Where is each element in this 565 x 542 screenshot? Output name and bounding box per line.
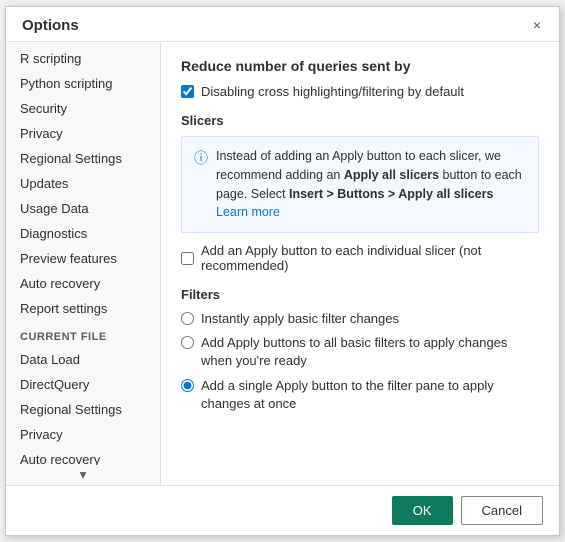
close-icon: × [533, 17, 541, 33]
filter-instant-label[interactable]: Instantly apply basic filter changes [201, 310, 399, 328]
slicers-title: Slicers [181, 113, 539, 128]
sidebar-item-privacy[interactable]: Privacy [6, 121, 160, 146]
info-icon: ⓘ [194, 148, 208, 222]
options-dialog: Options × R scripting Python scripting S… [5, 6, 560, 536]
cancel-button[interactable]: Cancel [461, 496, 543, 525]
sidebar-item-usage-data[interactable]: Usage Data [6, 196, 160, 221]
sidebar-scroll-down-button[interactable]: ▾ [6, 465, 160, 485]
sidebar-item-r-scripting[interactable]: R scripting [6, 46, 160, 71]
learn-more-link[interactable]: Learn more [216, 205, 280, 219]
sidebar-scroll[interactable]: R scripting Python scripting Security Pr… [6, 42, 160, 465]
sidebar-item-regional-settings[interactable]: Regional Settings [6, 146, 160, 171]
slicers-info-text: Instead of adding an Apply button to eac… [216, 147, 526, 222]
dialog-titlebar: Options × [6, 7, 559, 42]
chevron-down-icon: ▾ [80, 467, 87, 483]
close-button[interactable]: × [527, 15, 547, 35]
page-title: Reduce number of queries sent by [181, 58, 539, 74]
filter-add-apply-row: Add Apply buttons to all basic filters t… [181, 334, 539, 370]
sidebar-item-privacy-cf[interactable]: Privacy [6, 422, 160, 447]
sidebar-item-report-settings[interactable]: Report settings [6, 296, 160, 321]
filter-instant-radio[interactable] [181, 312, 194, 325]
filter-instant-row: Instantly apply basic filter changes [181, 310, 539, 328]
sidebar-item-regional-settings-cf[interactable]: Regional Settings [6, 397, 160, 422]
filter-single-apply-radio[interactable] [181, 379, 194, 392]
sidebar: R scripting Python scripting Security Pr… [6, 42, 161, 485]
cross-highlight-label[interactable]: Disabling cross highlighting/filtering b… [201, 84, 464, 99]
sidebar-item-preview-features[interactable]: Preview features [6, 246, 160, 271]
cross-highlight-checkbox[interactable] [181, 85, 194, 98]
sidebar-item-auto-recovery-cf[interactable]: Auto recovery [6, 447, 160, 465]
apply-button-checkbox[interactable] [181, 252, 194, 265]
filter-single-apply-row: Add a single Apply button to the filter … [181, 377, 539, 413]
sidebar-item-diagnostics[interactable]: Diagnostics [6, 221, 160, 246]
sidebar-item-updates[interactable]: Updates [6, 171, 160, 196]
filter-single-apply-label[interactable]: Add a single Apply button to the filter … [201, 377, 539, 413]
sidebar-item-directquery[interactable]: DirectQuery [6, 372, 160, 397]
sidebar-section-current-file: CURRENT FILE [6, 321, 160, 347]
slicers-info-box: ⓘ Instead of adding an Apply button to e… [181, 136, 539, 233]
filter-add-apply-label[interactable]: Add Apply buttons to all basic filters t… [201, 334, 539, 370]
dialog-title: Options [22, 17, 79, 34]
sidebar-item-python-scripting[interactable]: Python scripting [6, 71, 160, 96]
main-content: Reduce number of queries sent by Disabli… [161, 42, 559, 485]
sidebar-item-security[interactable]: Security [6, 96, 160, 121]
filters-title: Filters [181, 287, 539, 302]
filter-add-apply-radio[interactable] [181, 336, 194, 349]
apply-button-row: Add an Apply button to each individual s… [181, 243, 539, 273]
sidebar-item-data-load[interactable]: Data Load [6, 347, 160, 372]
sidebar-item-auto-recovery[interactable]: Auto recovery [6, 271, 160, 296]
ok-button[interactable]: OK [392, 496, 453, 525]
cross-highlight-row: Disabling cross highlighting/filtering b… [181, 84, 539, 99]
dialog-footer: OK Cancel [6, 485, 559, 535]
apply-button-label[interactable]: Add an Apply button to each individual s… [201, 243, 539, 273]
dialog-body: R scripting Python scripting Security Pr… [6, 42, 559, 485]
